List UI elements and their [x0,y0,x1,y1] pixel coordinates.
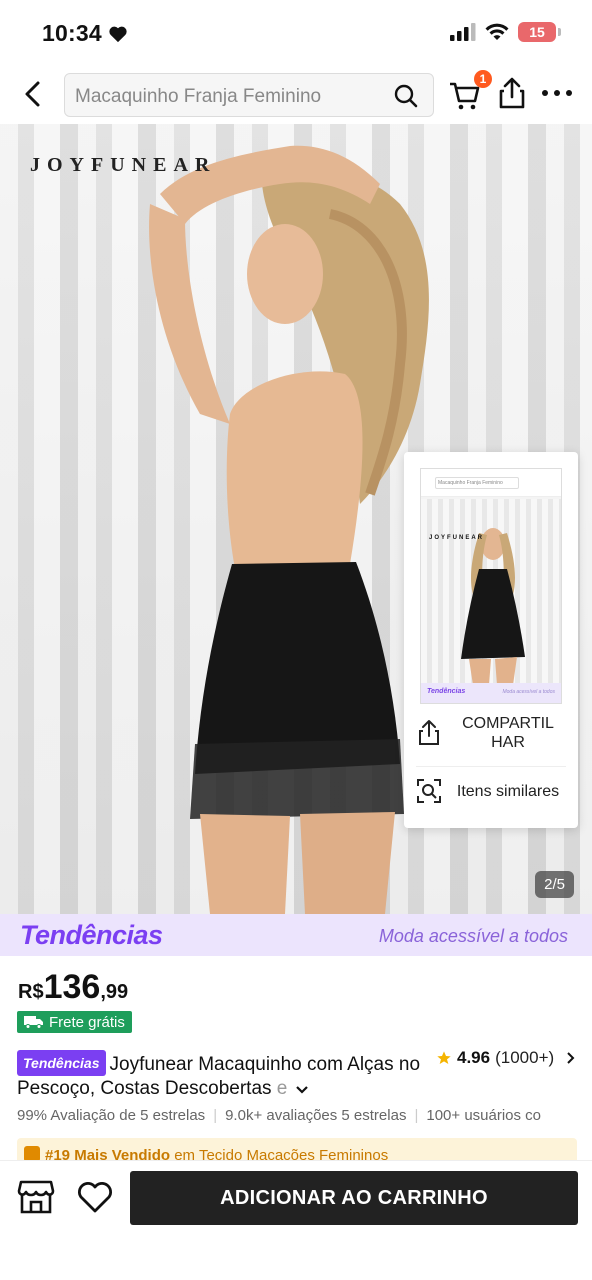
image-counter: 2/5 [535,871,574,898]
share-icon [419,720,439,745]
stat-users: 100+ usuários co [426,1107,542,1124]
share-label: COMPARTIL HAR [462,715,554,751]
search-input[interactable]: Macaquinho Franja Feminino [64,73,434,117]
share-action[interactable]: COMPARTIL HAR [416,714,566,752]
search-placeholder: Macaquinho Franja Feminino [75,86,322,107]
image-search-icon [417,779,441,803]
stat-five-star-pct: 99% Avaliação de 5 estrelas [17,1107,206,1124]
thumb-header: Macaquinho Franja Feminino [421,469,561,497]
status-bar: 10:34 15 [0,0,592,66]
thumb-search: Macaquinho Franja Feminino [435,477,519,489]
share-icon[interactable] [496,76,528,110]
search-icon[interactable] [393,83,419,109]
signal-icon [450,23,476,41]
rating-value: 4.96 [457,1048,491,1067]
battery-indicator: 15 [518,22,561,42]
cart-count-badge: 1 [474,70,492,88]
wishlist-heart-icon[interactable] [76,1179,114,1215]
trend-banner[interactable]: Tendências Moda acessível a todos [0,914,592,956]
price-currency: R$ [18,981,44,1003]
thumb-trend-banner: Tendências Moda acessível a todos [421,683,561,703]
trend-logo: Tendências [20,920,163,950]
thumb-trend-logo: Tendências [427,688,466,695]
stat-five-star-count: 9.0k+ avaliações 5 estrelas [225,1107,407,1124]
popup-divider [416,766,566,767]
price: R$ 136 ,99 [18,968,128,1007]
wifi-icon [485,23,509,40]
price-decimal: ,99 [100,981,129,1003]
free-shipping-label: Frete grátis [49,1013,125,1031]
thumb-brand: JOYFUNEAR [429,535,485,541]
top-nav: Macaquinho Franja Feminino 1 [0,66,592,124]
share-popup: Macaquinho Franja Feminino JOYFUNEAR Ten… [404,452,578,828]
time-text: 10:34 [42,20,102,46]
screenshot-thumbnail[interactable]: Macaquinho Franja Feminino JOYFUNEAR Ten… [420,468,562,704]
truck-icon [24,1016,43,1029]
similar-items-label: Itens similares [456,782,560,800]
status-time: 10:34 [42,20,128,47]
store-icon[interactable] [17,1179,55,1215]
back-icon[interactable] [18,78,50,110]
title-fade: e [276,1078,288,1099]
expand-chevron-icon[interactable] [295,1085,309,1095]
bottom-action-bar: ADICIONAR AO CARRINHO [0,1160,592,1280]
chevron-right-icon [567,1052,575,1064]
free-shipping-badge: Frete grátis [17,1011,132,1033]
more-options-icon[interactable] [542,90,576,100]
add-to-cart-button[interactable]: ADICIONAR AO CARRINHO [130,1171,578,1225]
thumb-trend-slogan: Moda acessível a todos [502,689,555,695]
thumb-photo [461,528,525,685]
product-title[interactable]: Tendências Joyfunear Macaquinho com Alças… [17,1050,427,1101]
thumb-image: JOYFUNEAR [421,499,561,685]
rating-count: (1000+) [495,1048,555,1067]
trend-slogan: Moda acessível a todos [378,926,568,946]
similar-items-action[interactable]: Itens similares [416,778,566,804]
review-stats: 99% Avaliação de 5 estrelas | 9.0k+ aval… [17,1107,542,1124]
status-icons: 15 [450,22,561,42]
price-integer: 136 [43,968,101,1006]
heart-status-icon [109,26,127,42]
brand-watermark: JOYFUNEAR [30,154,217,176]
rating[interactable]: 4.96 (1000+) [436,1048,577,1068]
star-icon [437,1051,451,1064]
trend-badge: Tendências [17,1050,106,1076]
